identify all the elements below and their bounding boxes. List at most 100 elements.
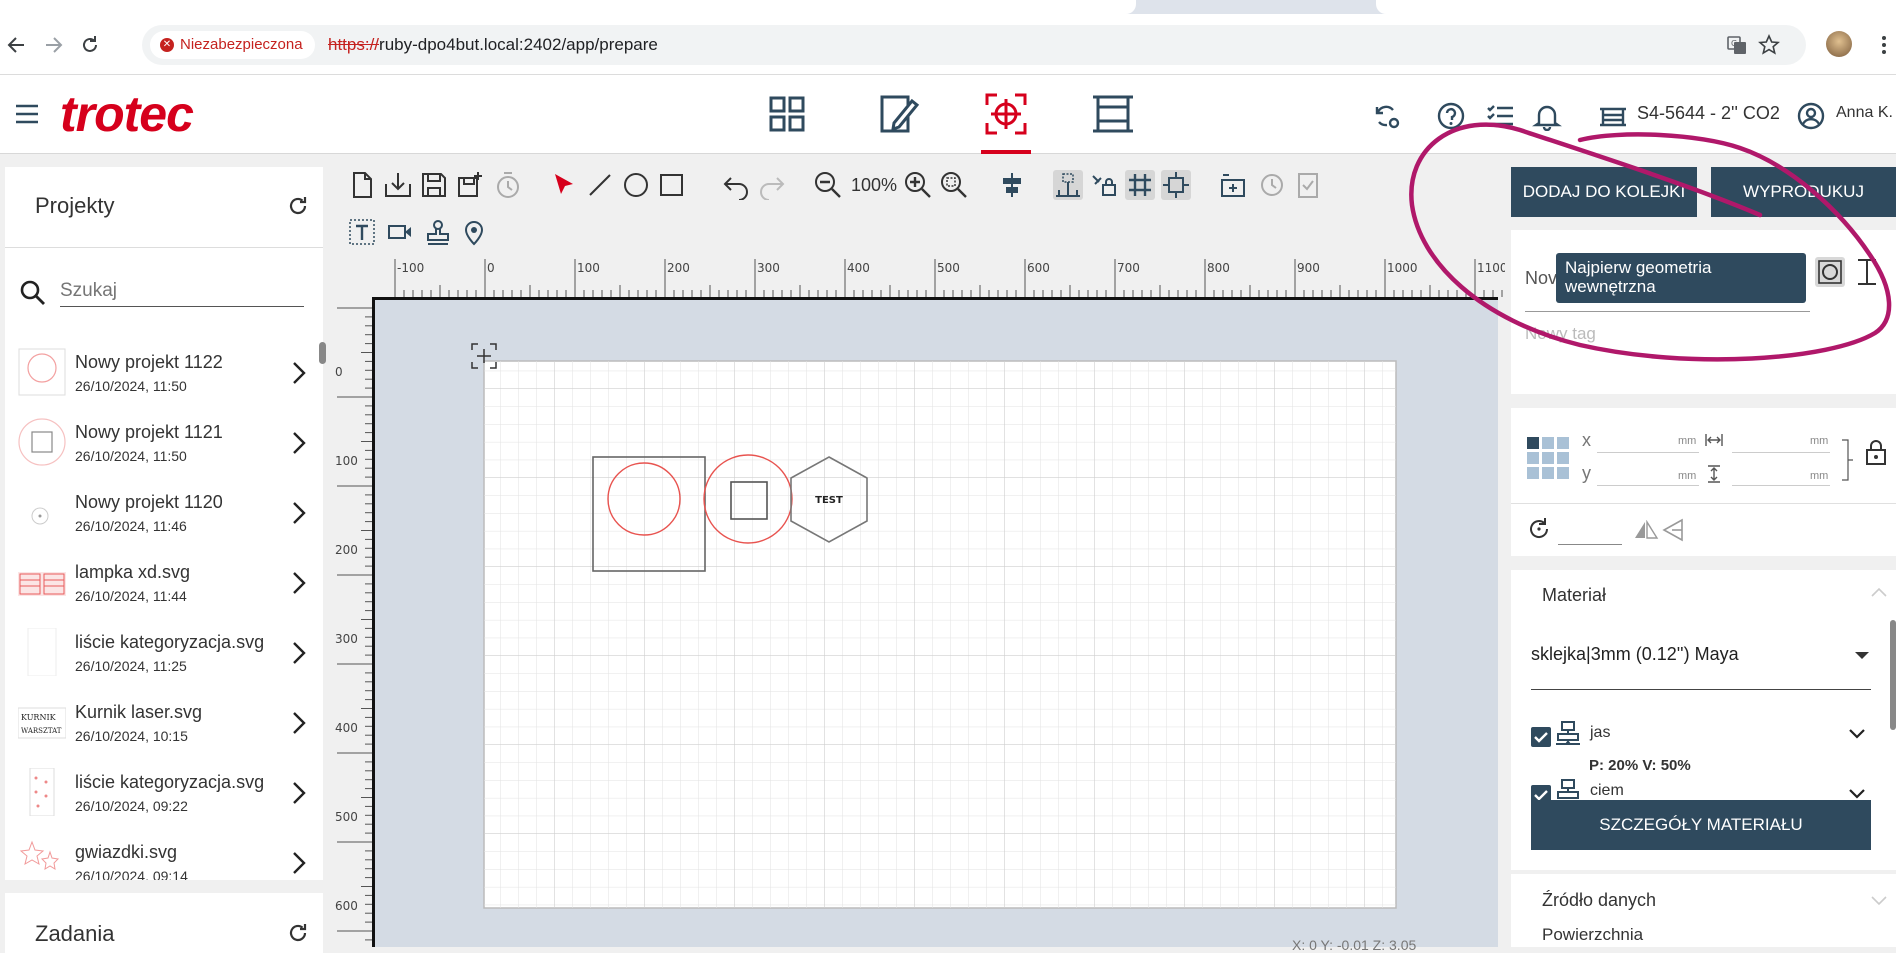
project-list-item[interactable]: Nowy projekt 1121 26/10/2024, 11:50 bbox=[10, 414, 310, 472]
text-tool-icon[interactable] bbox=[347, 217, 377, 247]
project-list-item[interactable]: Nowy projekt 1120 26/10/2024, 11:46 bbox=[10, 484, 310, 542]
barcode-tool-icon[interactable] bbox=[385, 217, 415, 247]
width-input[interactable] bbox=[1732, 452, 1830, 453]
project-list-scrollbar[interactable] bbox=[319, 342, 326, 364]
url-text[interactable]: https://ruby-dpo4but.local:2402/app/prep… bbox=[328, 25, 658, 65]
dropdown-arrow-icon[interactable] bbox=[1855, 650, 1869, 660]
machine-name[interactable]: S4-5644 - 2'' CO2 bbox=[1637, 103, 1780, 124]
import-icon[interactable] bbox=[383, 170, 413, 200]
project-date: 26/10/2024, 11:25 bbox=[75, 658, 187, 674]
design-canvas[interactable]: TEST bbox=[372, 297, 1498, 947]
layer-checkbox[interactable] bbox=[1531, 727, 1551, 747]
back-icon[interactable] bbox=[4, 32, 30, 58]
tab-edit-icon[interactable] bbox=[874, 89, 924, 139]
chevron-right-icon[interactable] bbox=[290, 848, 308, 878]
new-tag-input[interactable]: Nowy tag bbox=[1525, 324, 1596, 344]
text-cursor-icon[interactable] bbox=[1852, 257, 1882, 287]
zoom-fit-icon[interactable] bbox=[939, 170, 969, 200]
anchor-point-selector[interactable] bbox=[1527, 437, 1571, 479]
chevron-right-icon[interactable] bbox=[290, 708, 308, 738]
search-input[interactable] bbox=[60, 275, 304, 307]
tab-machine-icon[interactable] bbox=[1088, 89, 1138, 139]
add-to-queue-button[interactable]: DODAJ DO KOLEJKI bbox=[1511, 167, 1697, 217]
chevron-right-icon[interactable] bbox=[290, 778, 308, 808]
refresh-tasks-icon[interactable] bbox=[286, 921, 310, 945]
undo-icon[interactable] bbox=[721, 170, 751, 200]
save-as-icon[interactable] bbox=[455, 170, 485, 200]
security-chip[interactable]: ✕ Niezabezpieczona bbox=[150, 31, 315, 59]
produce-button[interactable]: WYPRODUKUJ bbox=[1711, 167, 1896, 217]
camera-add-icon[interactable] bbox=[1219, 170, 1249, 200]
checklist-icon[interactable] bbox=[1293, 170, 1323, 200]
height-unit: mm bbox=[1810, 470, 1829, 482]
circle-tool-icon[interactable] bbox=[621, 170, 651, 200]
tab-prepare-target-icon[interactable] bbox=[981, 89, 1031, 139]
reload-icon[interactable] bbox=[77, 32, 103, 58]
chevron-right-icon[interactable] bbox=[290, 428, 308, 458]
rotation-input[interactable] bbox=[1558, 544, 1622, 545]
help-icon[interactable] bbox=[1436, 101, 1466, 131]
bookmark-star-icon[interactable] bbox=[1758, 34, 1780, 56]
time-estimate-icon[interactable] bbox=[493, 170, 523, 200]
chevron-right-icon[interactable] bbox=[290, 568, 308, 598]
line-tool-icon[interactable] bbox=[585, 170, 615, 200]
zoom-out-icon[interactable] bbox=[813, 170, 843, 200]
chevron-right-icon[interactable] bbox=[290, 638, 308, 668]
grid-icon[interactable] bbox=[1125, 170, 1155, 200]
chevron-down-icon[interactable] bbox=[1870, 895, 1888, 907]
browser-profile-avatar[interactable] bbox=[1826, 31, 1852, 57]
inner-geometry-first-button[interactable] bbox=[1815, 257, 1845, 287]
sync-settings-icon[interactable] bbox=[1371, 101, 1401, 131]
rectangle-tool-icon[interactable] bbox=[657, 170, 687, 200]
rotate-icon[interactable] bbox=[1525, 515, 1553, 543]
location-pin-icon[interactable] bbox=[459, 217, 489, 247]
browser-menu-icon[interactable] bbox=[1880, 32, 1888, 58]
chevron-right-icon[interactable] bbox=[290, 358, 308, 388]
material-details-button[interactable]: SZCZEGÓŁY MATERIAŁU bbox=[1531, 800, 1871, 850]
project-list-item[interactable]: gwiazdki.svg 26/10/2024, 09:14 bbox=[10, 834, 310, 880]
redo-icon[interactable] bbox=[757, 170, 787, 200]
flip-horizontal-icon[interactable] bbox=[1633, 520, 1659, 540]
notification-bell-icon[interactable] bbox=[1532, 101, 1562, 131]
y-input[interactable] bbox=[1597, 485, 1699, 486]
project-list-item[interactable]: Nowy projekt 1122 26/10/2024, 11:50 bbox=[10, 344, 310, 402]
user-account-icon[interactable] bbox=[1796, 101, 1826, 131]
work-area-svg[interactable]: TEST bbox=[375, 300, 1501, 950]
browser-tab[interactable] bbox=[0, 0, 1136, 14]
height-input[interactable] bbox=[1732, 485, 1830, 486]
zoom-in-icon[interactable] bbox=[903, 170, 933, 200]
task-list-icon[interactable] bbox=[1485, 101, 1515, 131]
project-list-item[interactable]: KURNIK WARSZTAT Kurnik laser.svg 26/10/2… bbox=[10, 694, 310, 752]
chevron-right-icon[interactable] bbox=[290, 498, 308, 528]
save-icon[interactable] bbox=[419, 170, 449, 200]
right-panel-scrollbar[interactable] bbox=[1890, 620, 1896, 730]
project-list-item[interactable]: liście kategoryzacja.svg 26/10/2024, 11:… bbox=[10, 624, 310, 682]
new-file-icon[interactable] bbox=[347, 170, 377, 200]
refresh-projects-icon[interactable] bbox=[286, 194, 310, 218]
user-name[interactable]: Anna K. bbox=[1836, 104, 1893, 122]
project-list-item[interactable]: liście kategoryzacja.svg 26/10/2024, 09:… bbox=[10, 764, 310, 822]
browser-tab[interactable] bbox=[1376, 0, 1896, 14]
select-arrow-icon[interactable] bbox=[549, 170, 579, 200]
stamp-tool-icon[interactable] bbox=[423, 217, 453, 247]
lock-aspect-icon[interactable] bbox=[1864, 438, 1888, 466]
x-input[interactable] bbox=[1597, 452, 1699, 453]
align-center-icon[interactable] bbox=[997, 170, 1027, 200]
layer-checkbox[interactable] bbox=[1531, 785, 1551, 800]
material-select[interactable]: sklejka|3mm (0.12'') Maya bbox=[1531, 636, 1871, 690]
distribute-icon[interactable] bbox=[1053, 170, 1083, 200]
history-icon[interactable] bbox=[1257, 170, 1287, 200]
projects-title: Projekty bbox=[35, 193, 115, 218]
hamburger-menu-icon[interactable] bbox=[14, 103, 40, 125]
snap-lock-icon[interactable] bbox=[1089, 170, 1119, 200]
chevron-down-icon[interactable] bbox=[1848, 728, 1866, 740]
chevron-up-icon[interactable] bbox=[1870, 586, 1888, 598]
translate-icon[interactable]: G bbox=[1726, 34, 1748, 56]
project-list-item[interactable]: lampka xd.svg 26/10/2024, 11:44 bbox=[10, 554, 310, 612]
chevron-down-icon[interactable] bbox=[1848, 788, 1866, 800]
fit-to-page-icon[interactable] bbox=[1161, 170, 1191, 200]
forward-icon[interactable] bbox=[40, 32, 66, 58]
flip-vertical-icon[interactable] bbox=[1662, 518, 1684, 542]
tab-design-grid-icon[interactable] bbox=[762, 89, 812, 139]
address-bar[interactable]: ✕ Niezabezpieczona https://ruby-dpo4but.… bbox=[142, 25, 1806, 65]
